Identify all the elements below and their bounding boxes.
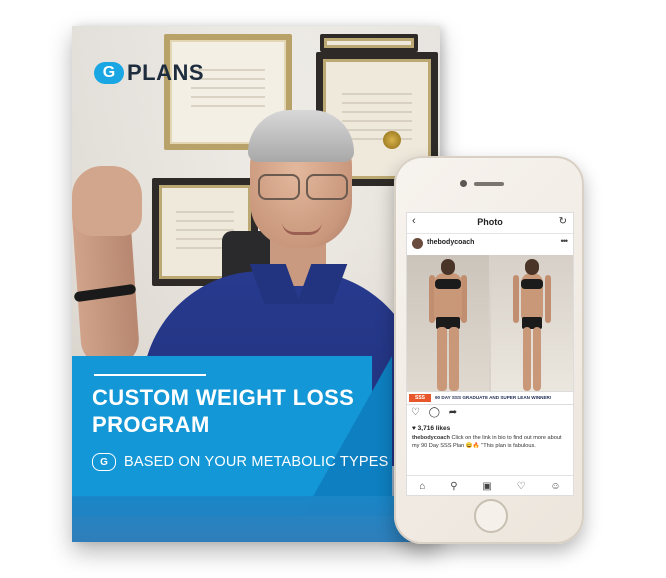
header-title: Photo bbox=[477, 217, 503, 227]
g-logo-small-icon: G bbox=[92, 453, 116, 471]
after-image bbox=[491, 255, 573, 391]
refresh-icon[interactable]: ↻ bbox=[559, 216, 567, 227]
heart-icon[interactable]: ♡ bbox=[517, 481, 526, 492]
before-after-photo[interactable] bbox=[407, 255, 573, 391]
description-username[interactable]: thebodycoach bbox=[412, 435, 450, 441]
like-icon[interactable]: ♡ bbox=[411, 407, 420, 418]
photo-caption-bar: SSS 90 DAY SSS GRADUATE AND SUPER LEAN W… bbox=[407, 391, 573, 405]
cover-title-line1: CUSTOM WEIGHT LOSS bbox=[92, 385, 355, 410]
likes-text: 3,716 likes bbox=[417, 425, 451, 432]
bottom-nav: ⌂ ⚲ ▣ ♡ ☺ bbox=[407, 475, 573, 495]
phone-screen: ‹ Photo ↻ thebodycoach ••• SSS 90 DAY SS… bbox=[406, 212, 574, 496]
share-icon[interactable]: ➦ bbox=[449, 407, 457, 418]
post-author-row: thebodycoach ••• bbox=[407, 235, 573, 253]
instagram-header: ‹ Photo ↻ bbox=[407, 213, 573, 234]
home-button[interactable] bbox=[474, 499, 508, 533]
likes-count[interactable]: ♥ 3,716 likes bbox=[412, 425, 450, 432]
camera-icon[interactable]: ▣ bbox=[482, 481, 491, 492]
cover-title: CUSTOM WEIGHT LOSS PROGRAM bbox=[92, 384, 392, 438]
search-icon[interactable]: ⚲ bbox=[450, 481, 457, 492]
comment-icon[interactable]: ◯ bbox=[429, 407, 440, 418]
username[interactable]: thebodycoach bbox=[427, 239, 474, 246]
sss-tag: SSS bbox=[409, 394, 431, 402]
avatar[interactable] bbox=[412, 238, 423, 249]
cover-title-line2: PROGRAM bbox=[92, 412, 210, 437]
cover-subtitle-row: G BASED ON YOUR METABOLIC TYPES bbox=[92, 453, 388, 471]
post-actions: ♡ ◯ ➦ bbox=[411, 407, 571, 421]
home-icon[interactable]: ⌂ bbox=[419, 481, 425, 492]
title-rule bbox=[94, 374, 206, 376]
profile-icon[interactable]: ☺ bbox=[550, 481, 560, 492]
before-image bbox=[407, 255, 489, 391]
phone-mockup: ‹ Photo ↻ thebodycoach ••• SSS 90 DAY SS… bbox=[394, 156, 584, 544]
photo-caption: 90 DAY SSS GRADUATE AND SUPER LEAN WINNE… bbox=[435, 395, 552, 400]
cover-subtitle: BASED ON YOUR METABOLIC TYPES bbox=[124, 454, 389, 470]
front-camera bbox=[460, 180, 467, 187]
program-cover: G PLANS CUSTOM WEIGHT LOSS PROGRAM G BAS… bbox=[72, 26, 440, 542]
banner-footer bbox=[72, 496, 440, 542]
more-options-icon[interactable]: ••• bbox=[561, 236, 569, 246]
speaker-grille bbox=[474, 182, 504, 186]
post-description: thebodycoach Click on the link in bio to… bbox=[412, 434, 570, 450]
